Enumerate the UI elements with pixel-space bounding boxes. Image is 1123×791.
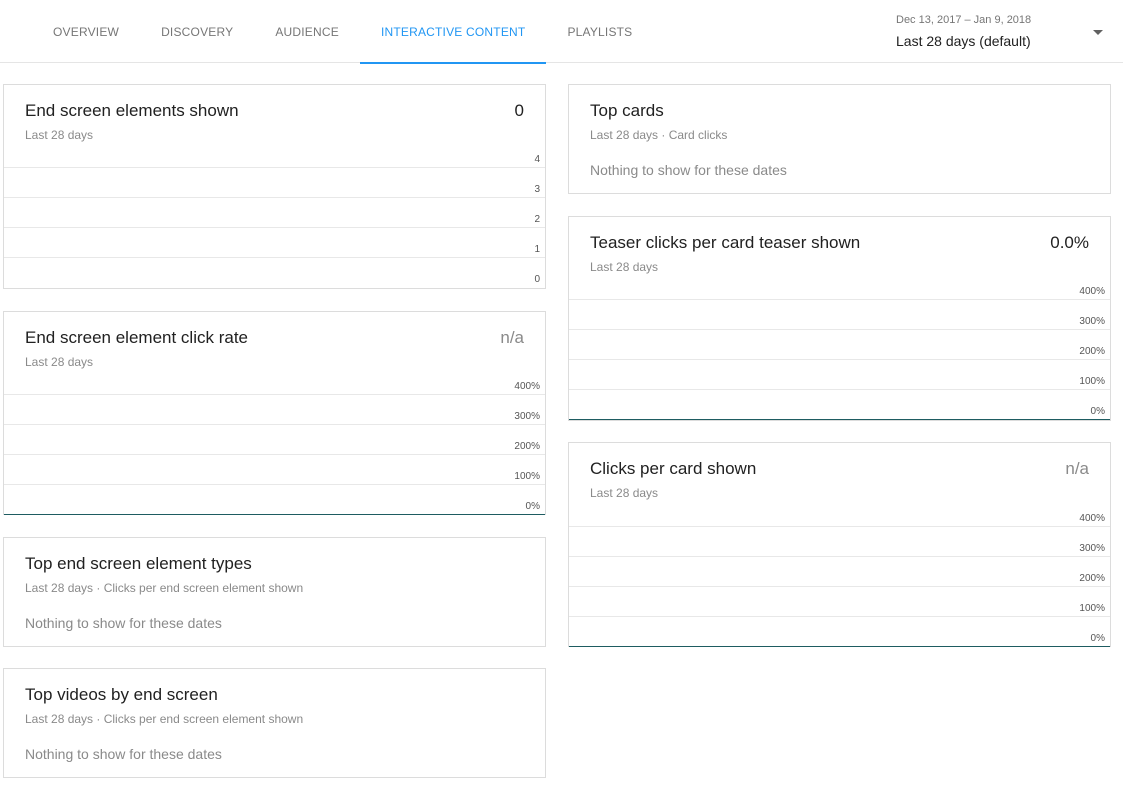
gridline [569,556,1110,557]
y-tick-label: 300% [1079,543,1105,554]
gridline [569,299,1110,300]
y-tick-label: 200% [1079,346,1105,357]
gridline [569,359,1110,360]
gridline [4,454,545,455]
gridline [4,424,545,425]
card-top-end-screen-element-types[interactable]: Top end screen element types Last 28 day… [3,537,546,647]
card-title: Top end screen element types [25,554,252,573]
y-tick-label: 0% [525,501,540,512]
card-title: Top videos by end screen [25,685,218,704]
card-top-cards[interactable]: Top cards Last 28 days · Card clicks Not… [568,84,1111,194]
y-tick-label: 400% [514,381,540,392]
card-end-screen-elements-shown[interactable]: End screen elements shown 0 Last 28 days… [3,84,546,289]
chart-baseline [569,646,1110,647]
y-tick-label: 4 [534,154,540,165]
date-range-text: Dec 13, 2017 – Jan 9, 2018 [896,14,1032,26]
y-tick-label: 400% [1079,286,1105,297]
gridline [4,167,545,168]
empty-state-text: Nothing to show for these dates [25,746,222,762]
card-clicks-per-card-shown[interactable]: Clicks per card shown n/a Last 28 days 4… [568,442,1111,647]
y-tick-label: 3 [534,184,540,195]
y-tick-label: 400% [1079,513,1105,524]
gridline [569,389,1110,390]
gridline [569,616,1110,617]
gridline [569,526,1110,527]
tab-discovery[interactable]: DISCOVERY [140,0,254,63]
date-range-selector[interactable]: Dec 13, 2017 – Jan 9, 2018 Last 28 days … [896,14,1106,54]
line-chart: 400% 300% 200% 100% 0% [4,312,545,516]
gridline [4,484,545,485]
card-title: Top cards [590,101,664,120]
empty-state-text: Nothing to show for these dates [25,615,222,631]
date-preset-text: Last 28 days (default) [896,33,1031,49]
line-chart: 4 3 2 1 0 [4,85,545,290]
card-subtitle: Last 28 days · Clicks per end screen ele… [25,712,304,726]
gridline [4,394,545,395]
card-subtitle: Last 28 days · Clicks per end screen ele… [25,581,304,595]
tab-interactive-content[interactable]: INTERACTIVE CONTENT [359,0,547,64]
gridline [569,586,1110,587]
y-tick-label: 2 [534,214,540,225]
y-tick-label: 100% [1079,376,1105,387]
dropdown-caret-icon[interactable] [1093,30,1103,35]
gridline [569,329,1110,330]
y-tick-label: 1 [534,244,540,255]
empty-state-text: Nothing to show for these dates [590,162,787,178]
y-tick-label: 200% [1079,573,1105,584]
gridline [4,227,545,228]
card-subtitle: Last 28 days · Card clicks [590,128,728,142]
y-tick-label: 0% [1090,633,1105,644]
top-bar: OVERVIEW DISCOVERY AUDIENCE INTERACTIVE … [0,0,1123,64]
line-chart: 400% 300% 200% 100% 0% [569,443,1110,648]
chart-baseline [4,514,545,515]
card-top-videos-by-end-screen[interactable]: Top videos by end screen Last 28 days · … [3,668,546,778]
gridline [4,197,545,198]
gridline [4,257,545,258]
chart-baseline [569,419,1110,420]
y-tick-label: 100% [1079,603,1105,614]
y-tick-label: 300% [514,411,540,422]
card-end-screen-click-rate[interactable]: End screen element click rate n/a Last 2… [3,311,546,515]
analytics-tabs: OVERVIEW DISCOVERY AUDIENCE INTERACTIVE … [32,0,653,64]
line-chart: 400% 300% 200% 100% 0% [569,217,1110,422]
tab-audience[interactable]: AUDIENCE [254,0,360,63]
tab-overview[interactable]: OVERVIEW [32,0,140,63]
y-tick-label: 100% [514,471,540,482]
y-tick-label: 200% [514,441,540,452]
card-teaser-clicks-per-teaser[interactable]: Teaser clicks per card teaser shown 0.0%… [568,216,1111,421]
y-tick-label: 0% [1090,406,1105,417]
tab-playlists[interactable]: PLAYLISTS [546,0,653,63]
y-tick-label: 300% [1079,316,1105,327]
y-tick-label: 0 [534,274,540,285]
